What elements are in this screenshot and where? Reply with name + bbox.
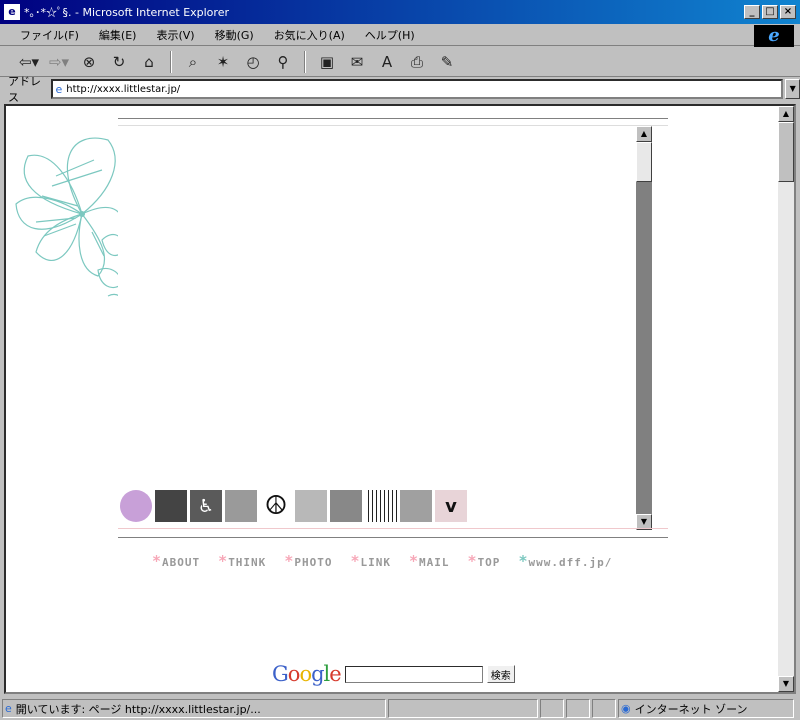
nav-label: THINK — [228, 556, 267, 569]
trash-can-icon[interactable] — [155, 490, 187, 522]
status-pane — [566, 699, 590, 718]
menu-view[interactable]: 表示(V) — [146, 27, 204, 43]
nav-link-link[interactable]: *LINK — [350, 552, 391, 570]
google-search: Google 検索 — [272, 662, 515, 686]
star-icon: * — [467, 552, 478, 570]
nav-label: www.dff.jp/ — [528, 556, 613, 569]
globe-icon: ◉ — [621, 702, 631, 715]
content-frame[interactable] — [118, 126, 654, 530]
google-search-button[interactable]: 検索 — [486, 665, 515, 683]
menu-help[interactable]: ヘルプ(H) — [355, 27, 425, 43]
fullscreen-icon[interactable]: ▣ — [314, 50, 340, 74]
font-icon[interactable]: A — [374, 50, 400, 74]
maximize-button[interactable]: □ — [762, 5, 778, 19]
history-icon[interactable]: ◴ — [240, 50, 266, 74]
blossom-photo-icon[interactable] — [330, 490, 362, 522]
top-divider — [118, 118, 668, 126]
address-url: http://xxxx.littlestar.jp/ — [66, 83, 181, 95]
wheelchair-icon[interactable]: ♿ — [190, 490, 222, 522]
toolbar-separator — [304, 50, 306, 73]
google-search-input[interactable] — [344, 665, 483, 683]
minimize-button[interactable]: _ — [744, 5, 760, 19]
window-controls: _ □ × — [744, 5, 796, 19]
stop-icon[interactable]: ⊗ — [76, 50, 102, 74]
flower-photo-icon[interactable] — [225, 490, 257, 522]
status-text-pane: e 開いています: ページ http://xxxx.littlestar.jp/… — [2, 699, 386, 718]
mail-icon[interactable]: ✉ — [344, 50, 370, 74]
scroll-up-icon[interactable]: ▲ — [636, 126, 652, 142]
address-bar: アドレス e http://xxxx.littlestar.jp/ ▼ — [0, 75, 800, 104]
status-pane — [592, 699, 616, 718]
menu-go[interactable]: 移動(G) — [205, 27, 264, 43]
nav-link-about[interactable]: *ABOUT — [152, 552, 200, 570]
window-title: *｡･*☆ﾟ§. - Microsoft Internet Explorer — [24, 6, 229, 19]
teddy-bear-icon[interactable] — [400, 490, 432, 522]
nav-link-mail[interactable]: *MAIL — [409, 552, 450, 570]
checkmark-icon[interactable]: v — [435, 490, 467, 522]
zone-text: インターネット ゾーン — [634, 702, 748, 716]
home-icon[interactable]: ⌂ — [136, 50, 162, 74]
apple-icon[interactable] — [120, 490, 152, 522]
back-arrow-icon[interactable]: ⇦▾ — [16, 50, 42, 74]
nav-label: TOP — [477, 556, 501, 569]
scroll-up-icon[interactable]: ▲ — [778, 106, 794, 122]
search-icon[interactable]: ⌕ — [180, 50, 206, 74]
address-dropdown-icon[interactable]: ▼ — [785, 79, 800, 99]
close-button[interactable]: × — [780, 5, 796, 19]
page-icon: e — [55, 82, 63, 96]
page-scrollbar[interactable]: ▲ ▼ — [778, 106, 794, 692]
bear-icon[interactable] — [295, 490, 327, 522]
standard-toolbar: ⇦▾ ⇨▾ ⊗ ↻ ⌂ ⌕ ✶ ◴ ⚲ ▣ ✉ A ⎙ ✎ — [0, 47, 800, 77]
google-logo: Google — [272, 662, 342, 686]
forward-arrow-icon[interactable]: ⇨▾ — [46, 50, 72, 74]
star-icon: * — [518, 552, 529, 570]
page-viewport: ▲ ▼ ♿ ☮ v *ABOUT *THINK *PHOTO *LINK *MA… — [4, 104, 796, 694]
star-icon: * — [218, 552, 229, 570]
address-label: アドレス — [8, 75, 41, 104]
star-icon: * — [409, 552, 420, 570]
edit-icon[interactable]: ✎ — [434, 50, 460, 74]
ie-page-icon: e — [4, 4, 20, 20]
nav-link-think[interactable]: *THINK — [218, 552, 266, 570]
channels-icon[interactable]: ⚲ — [270, 50, 296, 74]
piano-keys-icon[interactable] — [365, 490, 397, 522]
nav-label: LINK — [360, 556, 391, 569]
print-icon[interactable]: ⎙ — [404, 50, 430, 74]
refresh-icon[interactable]: ↻ — [106, 50, 132, 74]
status-text: 開いています: ページ http://xxxx.littlestar.jp/..… — [15, 702, 261, 716]
status-bar: e 開いています: ページ http://xxxx.littlestar.jp/… — [0, 697, 800, 720]
nav-link-dff[interactable]: *www.dff.jp/ — [518, 552, 612, 570]
title-bar: e *｡･*☆ﾟ§. - Microsoft Internet Explorer… — [0, 0, 800, 24]
status-pane — [540, 699, 564, 718]
toolbar-separator — [170, 50, 172, 73]
flower-drawing — [15, 137, 124, 307]
page-scroll-thumb[interactable] — [778, 122, 794, 182]
frame-scroll-thumb[interactable] — [636, 142, 652, 182]
menu-edit[interactable]: 編集(E) — [89, 27, 147, 43]
peace-sign-icon[interactable]: ☮ — [260, 490, 292, 522]
loading-page-icon: e — [5, 702, 12, 715]
nav-label: ABOUT — [162, 556, 201, 569]
site-nav: *ABOUT *THINK *PHOTO *LINK *MAIL *TOP *w… — [152, 552, 612, 570]
address-input[interactable]: e http://xxxx.littlestar.jp/ — [51, 79, 784, 99]
star-icon: * — [152, 552, 163, 570]
zone-pane: ◉ インターネット ゾーン — [618, 699, 794, 718]
menu-favorites[interactable]: お気に入り(A) — [264, 27, 355, 43]
bottom-divider — [118, 528, 668, 538]
icon-strip: ♿ ☮ v — [120, 490, 467, 522]
star-icon: * — [284, 552, 295, 570]
menu-bar: ファイル(F) 編集(E) 表示(V) 移動(G) お気に入り(A) ヘルプ(H… — [0, 24, 800, 46]
progress-pane — [388, 699, 538, 718]
nav-label: MAIL — [419, 556, 450, 569]
frame-scrollbar[interactable]: ▲ ▼ — [636, 126, 652, 530]
ie-logo-icon: e — [754, 25, 794, 47]
scroll-down-icon[interactable]: ▼ — [778, 676, 794, 692]
nav-label: PHOTO — [294, 556, 333, 569]
favorites-icon[interactable]: ✶ — [210, 50, 236, 74]
star-icon: * — [350, 552, 361, 570]
menu-file[interactable]: ファイル(F) — [10, 27, 89, 43]
nav-link-photo[interactable]: *PHOTO — [284, 552, 332, 570]
nav-link-top[interactable]: *TOP — [468, 552, 501, 570]
